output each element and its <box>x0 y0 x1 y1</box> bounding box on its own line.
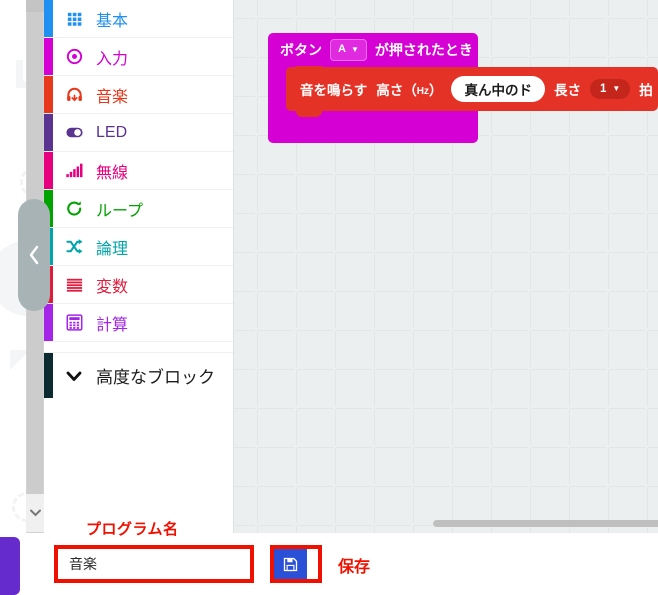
target-icon <box>66 48 82 65</box>
music-play-tone-block[interactable]: 音を鳴らす 高さ（Hz） 真ん中のド 長さ 1 ▼ 拍 <box>286 66 658 117</box>
shuffle-icon <box>65 239 82 254</box>
toolbox-advanced-toggle[interactable]: 高度なブロック <box>44 352 233 398</box>
event-block[interactable]: ボタン A ▼ が押されたとき 音を鳴らす 高さ（Hz） 真ん中のド 長さ 1 <box>268 33 658 117</box>
chevron-left-icon <box>29 245 39 265</box>
loop-icon <box>66 201 81 216</box>
category-color-stripe <box>44 152 53 189</box>
category-label: ループ <box>96 202 144 220</box>
chevron-down-icon <box>62 369 86 383</box>
category-label: 変数 <box>96 278 129 296</box>
toolbox-category-8[interactable]: 変数 <box>44 266 233 304</box>
toolbox-category-7[interactable]: 論理 <box>44 228 233 266</box>
toolbox-category-4[interactable]: LED <box>44 114 233 152</box>
toolbox-collapse-handle[interactable] <box>18 199 50 311</box>
save-button[interactable] <box>274 549 307 579</box>
event-block-header[interactable]: ボタン A ▼ が押されたとき <box>268 33 478 67</box>
signal-icon <box>62 161 86 180</box>
chevron-down-icon: ▼ <box>350 44 359 54</box>
event-block-suffix: が押されたとき <box>374 42 473 58</box>
grid-icon <box>67 12 81 26</box>
toolbox-scroll-up-button[interactable] <box>26 0 44 12</box>
toolbox-category-6[interactable]: ループ <box>44 190 233 228</box>
save-button-highlight <box>270 545 322 583</box>
category-label: 論理 <box>96 240 129 258</box>
button-select-dropdown[interactable]: A ▼ <box>330 39 367 61</box>
chevron-down-icon <box>29 509 41 517</box>
program-name-input[interactable] <box>58 549 250 579</box>
program-name-field-highlight <box>54 545 254 583</box>
duration-value: 1 <box>599 83 607 95</box>
workspace-horizontal-scrollbar[interactable] <box>433 520 658 527</box>
category-label: 音楽 <box>96 88 129 106</box>
music-block-duration-label: 長さ <box>553 83 581 98</box>
toolbox-category-2[interactable]: 入力 <box>44 38 233 76</box>
block-stack[interactable]: ボタン A ▼ が押されたとき 音を鳴らす 高さ（Hz） 真ん中のド 長さ 1 <box>268 33 658 143</box>
blocks-workspace[interactable]: ボタン A ▼ が押されたとき 音を鳴らす 高さ（Hz） 真ん中のド 長さ 1 <box>233 0 658 533</box>
editor-root: ボタン A ▼ が押されたとき 音を鳴らす 高さ（Hz） 真ん中のド 長さ 1 <box>0 0 658 595</box>
toolbox-scroll-down-button[interactable] <box>26 494 44 532</box>
lines-icon <box>62 275 86 294</box>
headphones-icon <box>66 87 82 102</box>
category-color-stripe <box>44 0 53 37</box>
toolbox-category-1[interactable]: 基本 <box>44 0 233 38</box>
category-label: 無線 <box>96 164 129 182</box>
toolbox-separator <box>44 342 233 352</box>
toolbox-category-9[interactable]: 計算 <box>44 304 233 342</box>
advanced-color-stripe <box>44 353 53 398</box>
button-select-value: A <box>338 43 346 56</box>
category-color-stripe <box>44 38 53 75</box>
chevron-down-icon <box>66 371 82 381</box>
grid-icon <box>62 9 86 28</box>
category-label: LED <box>96 123 128 141</box>
headphones-icon <box>62 85 86 104</box>
workspace-left-border <box>233 0 234 533</box>
target-icon <box>62 47 86 66</box>
music-block-beat-label: 拍 <box>639 83 653 98</box>
toolbox-category-list[interactable]: 基本入力音楽 LED 無線ループ論理変数計算高度なブロック <box>44 0 233 533</box>
toolbox-category-5[interactable]: 無線 <box>44 152 233 190</box>
category-label: 基本 <box>96 12 129 30</box>
toggle-icon <box>65 127 83 138</box>
category-label: 入力 <box>96 50 129 68</box>
block-notch-top <box>296 66 322 72</box>
save-annotation: 保存 <box>338 559 371 576</box>
signal-icon <box>65 163 82 178</box>
simulator-tab-handle[interactable] <box>0 537 20 595</box>
chevron-down-icon: ▼ <box>612 84 621 93</box>
advanced-label: 高度なブロック <box>96 368 215 387</box>
category-color-stripe <box>44 304 53 341</box>
music-block-pitch-label: 高さ（Hz） <box>376 83 443 98</box>
event-block-prefix: ボタン <box>280 42 322 58</box>
note-value-field[interactable]: 真ん中のド <box>451 76 545 102</box>
lines-icon <box>66 278 82 292</box>
loop-icon <box>62 199 86 218</box>
music-block-label: 音を鳴らす <box>300 83 368 98</box>
category-color-stripe <box>44 114 53 151</box>
pitch-unit: Hz <box>416 85 429 97</box>
program-name-annotation: プログラム名 <box>86 521 179 538</box>
floppy-disk-icon <box>283 557 298 571</box>
block-notch-bottom <box>296 111 322 117</box>
duration-dropdown[interactable]: 1 ▼ <box>589 79 631 99</box>
category-label: 計算 <box>96 316 129 334</box>
toggle-icon <box>62 123 86 142</box>
category-color-stripe <box>44 76 53 113</box>
calculator-icon <box>62 313 86 332</box>
shuffle-icon <box>62 237 86 256</box>
toolbox-category-3[interactable]: 音楽 <box>44 76 233 114</box>
calculator-icon <box>66 314 82 331</box>
